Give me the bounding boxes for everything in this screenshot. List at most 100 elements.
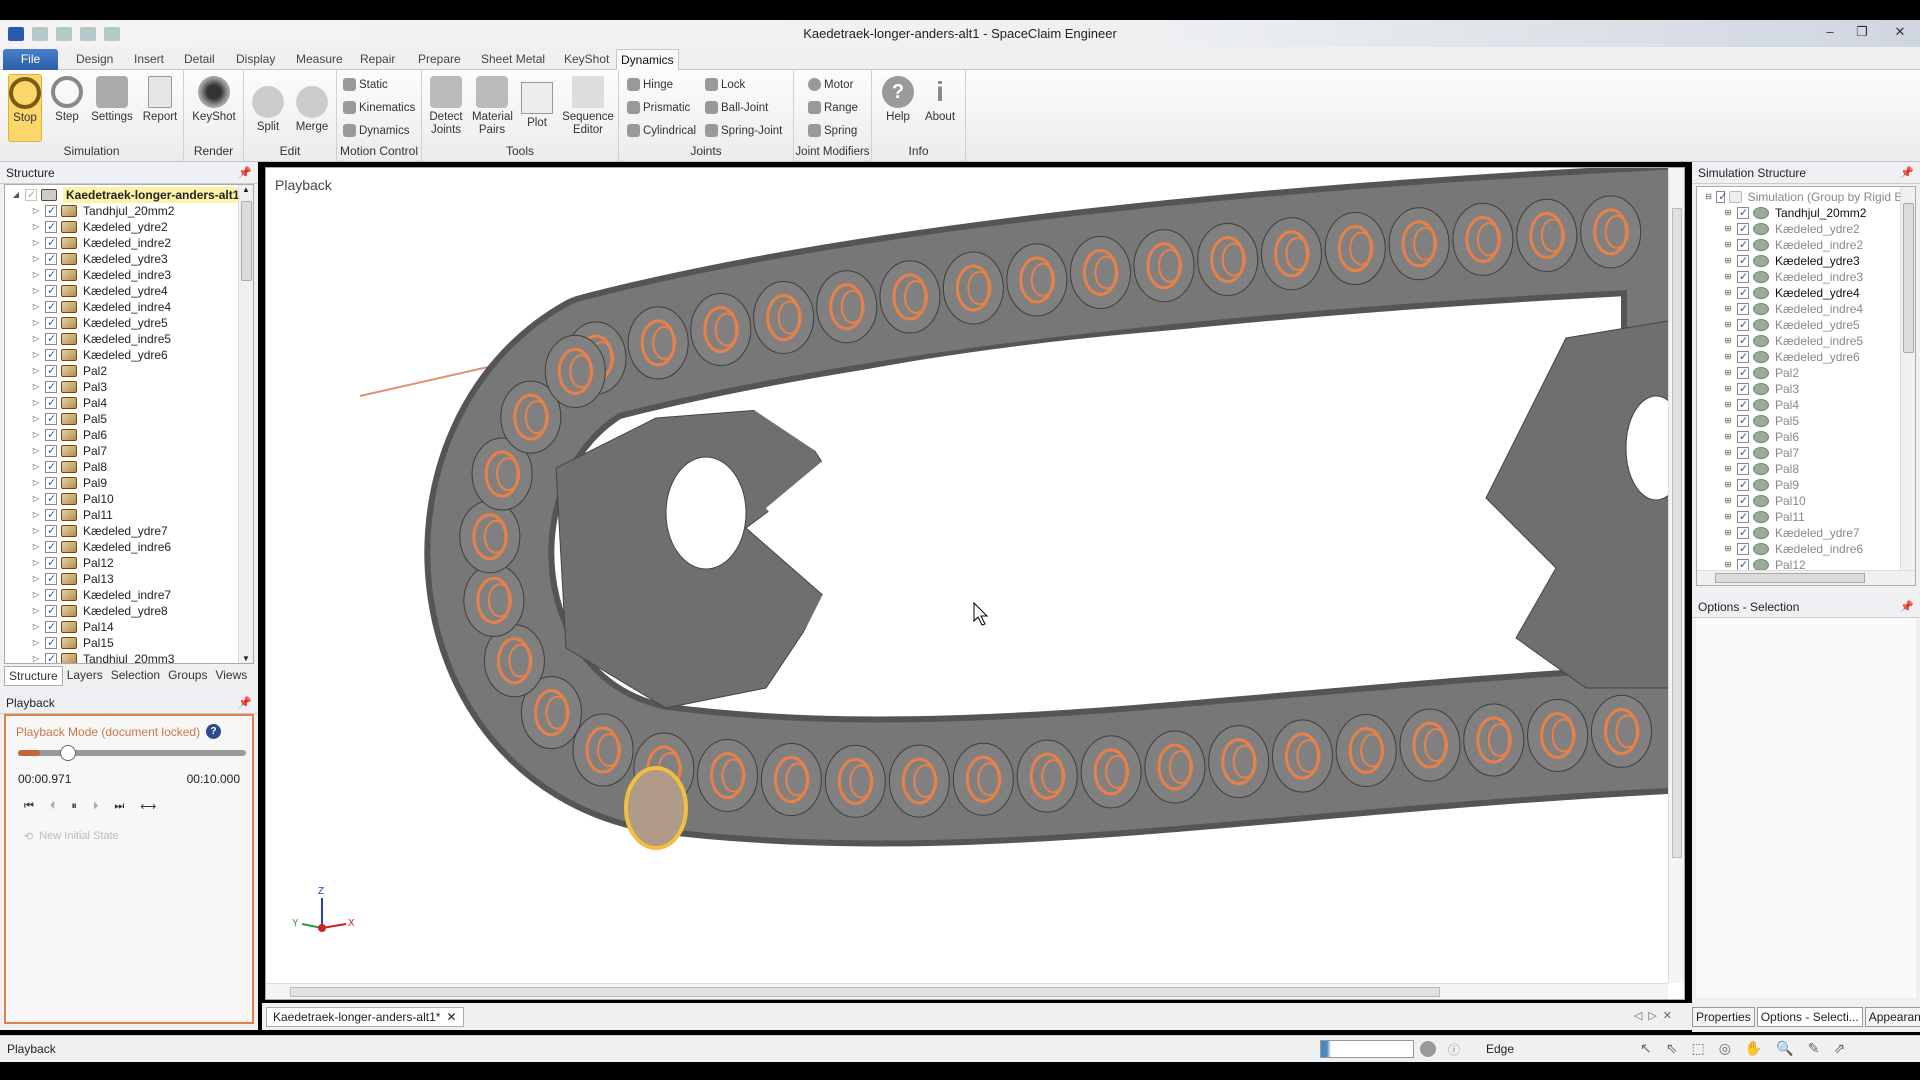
sim-item[interactable]: ⊞ Kædeled_indre4 bbox=[1697, 301, 1915, 317]
stop-button[interactable]: Stop bbox=[8, 74, 42, 142]
chain-roller[interactable] bbox=[1208, 725, 1270, 799]
expand-icon[interactable]: ⊞ bbox=[1723, 541, 1733, 557]
expand-icon[interactable]: ⊞ bbox=[1723, 221, 1733, 237]
sim-item[interactable]: ⊞ Pal2 bbox=[1697, 365, 1915, 381]
expand-icon[interactable]: ⊞ bbox=[1723, 509, 1733, 525]
checkbox[interactable] bbox=[45, 555, 57, 571]
sim-item[interactable]: ⊞ Pal6 bbox=[1697, 429, 1915, 445]
panel-tab-groups[interactable]: Groups bbox=[164, 666, 211, 686]
checkbox[interactable] bbox=[45, 363, 57, 379]
tree-item[interactable]: ▷ Kædeled_indre4 bbox=[5, 299, 253, 315]
panel-tab-layers[interactable]: Layers bbox=[63, 666, 107, 686]
checkbox[interactable] bbox=[45, 619, 57, 635]
checkbox[interactable] bbox=[45, 283, 57, 299]
checkbox[interactable] bbox=[1737, 541, 1749, 557]
plot-button[interactable]: Plot bbox=[520, 80, 554, 130]
chain-roller[interactable] bbox=[1324, 212, 1386, 286]
checkbox[interactable] bbox=[1737, 221, 1749, 237]
sketch-icon[interactable]: ✎ bbox=[1808, 1040, 1820, 1057]
zoom-icon[interactable]: 🔍 bbox=[1776, 1040, 1793, 1057]
tree-item[interactable]: ▷ Kædeled_indre5 bbox=[5, 331, 253, 347]
tree-item[interactable]: ▷ Pal5 bbox=[5, 411, 253, 427]
sim-item[interactable]: ⊞ Kædeled_ydre3 bbox=[1697, 253, 1915, 269]
tab-detail[interactable]: Detail bbox=[180, 49, 219, 70]
cylindrical-button[interactable]: Cylindrical bbox=[627, 124, 696, 137]
detect-joints-button[interactable]: Detect Joints bbox=[426, 74, 466, 137]
checkbox[interactable] bbox=[1737, 493, 1749, 509]
tree-item[interactable]: ▷ Pal11 bbox=[5, 507, 253, 523]
expand-icon[interactable]: ⊞ bbox=[1723, 445, 1733, 461]
tree-item[interactable]: ▷ Kædeled_ydre5 bbox=[5, 315, 253, 331]
bottom-tab[interactable]: Properties bbox=[1692, 1007, 1755, 1027]
chain-roller[interactable] bbox=[697, 739, 759, 813]
expand-icon[interactable]: ▷ bbox=[31, 491, 41, 507]
checkbox[interactable] bbox=[1737, 317, 1749, 333]
tab-prepare[interactable]: Prepare bbox=[414, 49, 465, 70]
expand-icon[interactable]: ⊞ bbox=[1723, 525, 1733, 541]
tab-nav[interactable]: ◁▷✕ bbox=[1634, 1009, 1678, 1022]
tab-keyshot[interactable]: KeyShot bbox=[560, 49, 613, 70]
expand-icon[interactable]: ⊞ bbox=[1723, 253, 1733, 269]
tree-root[interactable]: ◢ Kaedetraek-longer-anders-alt1* bbox=[5, 187, 253, 203]
expand-icon[interactable]: ▷ bbox=[31, 443, 41, 459]
tree-item[interactable]: ▷ Pal6 bbox=[5, 427, 253, 443]
chain-roller[interactable] bbox=[544, 334, 606, 408]
tree-item[interactable]: ▷ Tandhjul_20mm3 bbox=[5, 651, 253, 663]
collapse-icon[interactable]: ◢ bbox=[11, 187, 21, 203]
chain-roller[interactable] bbox=[572, 713, 634, 787]
expand-icon[interactable]: ⊞ bbox=[1723, 397, 1733, 413]
chain-roller[interactable] bbox=[760, 743, 822, 817]
checkbox[interactable] bbox=[45, 491, 57, 507]
checkbox[interactable] bbox=[45, 395, 57, 411]
expand-icon[interactable]: ▷ bbox=[31, 603, 41, 619]
hinge-button[interactable]: Hinge bbox=[627, 78, 673, 91]
expand-icon[interactable]: ▷ bbox=[31, 427, 41, 443]
expand-icon[interactable]: ▷ bbox=[31, 523, 41, 539]
sim-hscroll[interactable] bbox=[1697, 570, 1915, 585]
expand-icon[interactable]: ▷ bbox=[31, 283, 41, 299]
checkbox[interactable] bbox=[1737, 333, 1749, 349]
tree-item[interactable]: ▷ Kædeled_ydre6 bbox=[5, 347, 253, 363]
sim-item[interactable]: ⊞ Kædeled_indre5 bbox=[1697, 333, 1915, 349]
expand-icon[interactable]: ▷ bbox=[31, 363, 41, 379]
chain-model[interactable]: Z X Y bbox=[266, 168, 1668, 983]
static-button[interactable]: Static bbox=[343, 78, 388, 91]
sim-item[interactable]: ⊞ Kædeled_indre6 bbox=[1697, 541, 1915, 557]
checkbox[interactable] bbox=[1716, 189, 1728, 205]
step-back-icon[interactable]: ⏴ bbox=[50, 800, 56, 813]
chain-roller[interactable] bbox=[942, 251, 1004, 325]
checkbox[interactable] bbox=[45, 459, 57, 475]
pin-icon[interactable]: 📌 bbox=[238, 162, 252, 184]
tree-item[interactable]: ▷ Kædeled_ydre4 bbox=[5, 283, 253, 299]
panel-tab-views[interactable]: Views bbox=[211, 666, 251, 686]
tree-item[interactable]: ▷ Kædeled_indre3 bbox=[5, 267, 253, 283]
pan-icon[interactable]: ✋ bbox=[1745, 1040, 1762, 1057]
tree-item[interactable]: ▷ Kædeled_ydre7 bbox=[5, 523, 253, 539]
checkbox[interactable] bbox=[1737, 445, 1749, 461]
checkbox[interactable] bbox=[45, 427, 57, 443]
chain-roller[interactable] bbox=[1463, 703, 1525, 777]
split-button[interactable]: Split bbox=[250, 84, 286, 134]
sim-item[interactable]: ⊞ Kædeled_ydre5 bbox=[1697, 317, 1915, 333]
close-button[interactable]: ✕ bbox=[1890, 24, 1910, 40]
checkbox[interactable] bbox=[1737, 461, 1749, 477]
chain-roller[interactable] bbox=[459, 500, 521, 574]
tree-item[interactable]: ▷ Kædeled_indre7 bbox=[5, 587, 253, 603]
sim-item[interactable]: ⊞ Pal11 bbox=[1697, 509, 1915, 525]
checkbox[interactable] bbox=[1737, 349, 1749, 365]
expand-icon[interactable]: ▷ bbox=[31, 571, 41, 587]
expand-icon[interactable]: ▷ bbox=[31, 315, 41, 331]
expand-icon[interactable]: ⊞ bbox=[1723, 381, 1733, 397]
checkbox[interactable] bbox=[1737, 285, 1749, 301]
tree-item[interactable]: ▷ Pal13 bbox=[5, 571, 253, 587]
spring-joint-button[interactable]: Spring-Joint bbox=[705, 124, 782, 137]
checkbox[interactable] bbox=[45, 267, 57, 283]
chain-roller[interactable] bbox=[1006, 243, 1068, 317]
chain-roller[interactable] bbox=[1260, 217, 1322, 291]
sim-item[interactable]: ⊞ Kædeled_ydre6 bbox=[1697, 349, 1915, 365]
step-forward-icon[interactable]: ⏵ bbox=[93, 800, 99, 813]
expand-icon[interactable]: ⊞ bbox=[1723, 317, 1733, 333]
sim-root[interactable]: ⊟ Simulation (Group by Rigid Boc bbox=[1697, 189, 1915, 205]
bottom-tab[interactable]: Options - Selecti... bbox=[1756, 1007, 1863, 1027]
document-tab[interactable]: Kaedetraek-longer-anders-alt1* ✕ bbox=[266, 1007, 464, 1027]
